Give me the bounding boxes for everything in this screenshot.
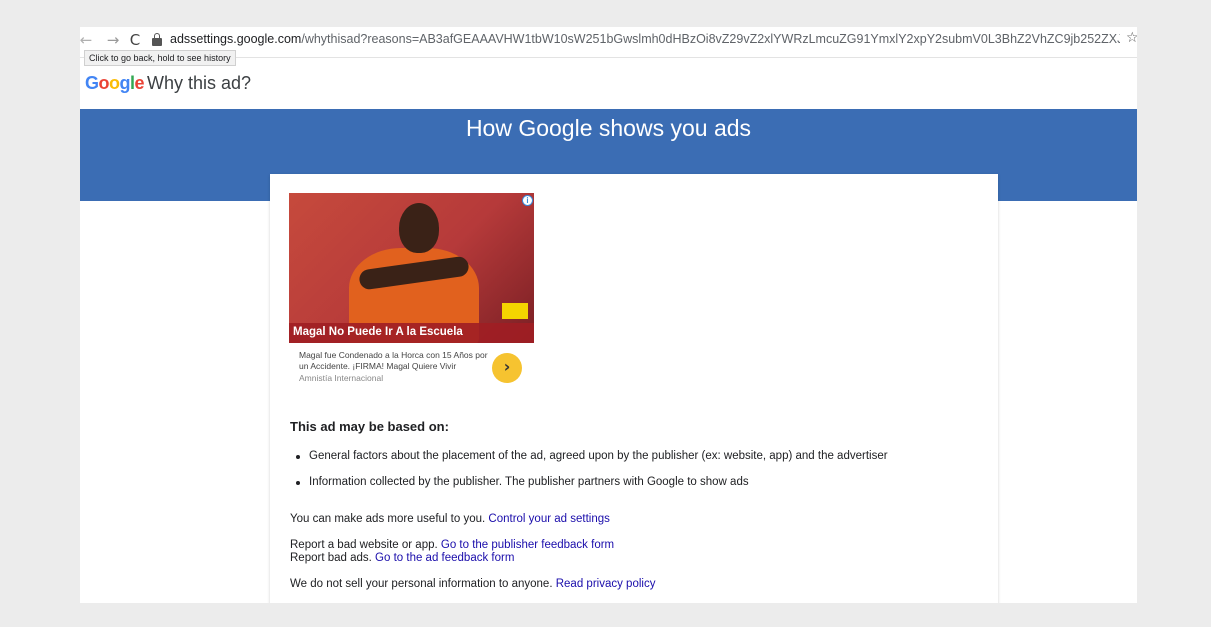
browser-window: ← → C adssettings.google.com/whythisad?r… [80,27,1137,603]
ad-headline: Magal No Puede Ir A la Escuela [293,326,463,338]
url-path: /whythisad?reasons=AB3afGEAAAVHW1tbW10sW… [301,32,1120,46]
privacy-line: We do not sell your personal information… [290,578,656,590]
google-logo[interactable]: Google [85,73,145,94]
lock-icon[interactable] [152,33,162,46]
ad-body: Magal fue Condenado a la Horca con 15 Añ… [299,350,488,371]
list-item: Information collected by the publisher. … [290,476,990,502]
reasons-heading: This ad may be based on: [290,419,449,434]
privacy-policy-link[interactable]: Read privacy policy [556,578,656,590]
info-icon[interactable]: i [522,195,533,206]
page-title: Why this ad? [147,73,252,93]
ad-feedback-line: Report bad ads. Go to the ad feedback fo… [290,552,515,564]
chevron-right-icon[interactable]: › [492,353,522,383]
advertiser-logo [502,303,528,319]
publisher-feedback-link[interactable]: Go to the publisher feedback form [441,539,614,551]
ad-explanation-card: Magal No Puede Ir A la Escuela i Magal f… [270,174,998,603]
ad-image[interactable]: Magal No Puede Ir A la Escuela [289,193,534,343]
url-host: adssettings.google.com [170,32,302,46]
address-bar[interactable]: adssettings.google.com/whythisad?reasons… [170,32,1120,46]
reasons-list: General factors about the placement of t… [290,450,990,502]
back-arrow-icon[interactable]: ← [80,30,96,50]
banner-title: How Google shows you ads [465,115,752,141]
reload-icon[interactable]: C [125,30,145,50]
back-button-tooltip: Click to go back, hold to see history [84,50,236,66]
forward-arrow-icon[interactable]: → [103,30,123,50]
ad-settings-line: You can make ads more useful to you. Con… [290,513,610,525]
ad-feedback-link[interactable]: Go to the ad feedback form [375,552,514,564]
ad-preview[interactable]: Magal No Puede Ir A la Escuela i Magal f… [289,193,534,393]
list-item: General factors about the placement of t… [290,450,990,476]
publisher-feedback-line: Report a bad website or app. Go to the p… [290,539,615,551]
ad-advertiser: Amnistía Internacional [299,373,384,383]
bookmark-star-icon[interactable]: ☆ [1126,30,1137,46]
browser-toolbar: ← → C adssettings.google.com/whythisad?r… [80,27,1137,58]
control-ad-settings-link[interactable]: Control your ad settings [488,513,609,525]
